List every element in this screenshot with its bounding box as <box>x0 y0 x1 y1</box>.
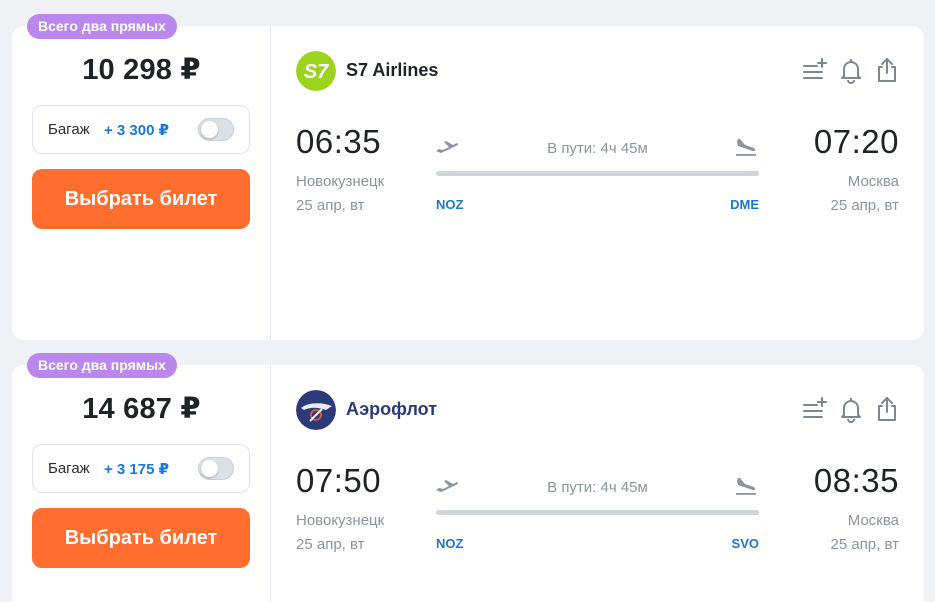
share-icon[interactable] <box>874 56 900 84</box>
share-icon[interactable] <box>874 395 900 423</box>
bell-icon[interactable] <box>838 395 864 423</box>
baggage-option[interactable]: Багаж + 3 175 ₽ <box>32 444 250 493</box>
landing-plane-icon <box>736 139 756 156</box>
flight-duration: В пути: 4ч 45м <box>547 140 648 157</box>
arrival-time: 07:20 <box>813 123 899 160</box>
price-panel: 10 298 ₽ Багаж + 3 300 ₽ Выбрать билет <box>12 26 271 340</box>
arrival-city: Москва <box>847 512 899 529</box>
price-panel: 14 687 ₽ Багаж + 3 175 ₽ Выбрать билет <box>12 365 271 602</box>
offer-card: Всего два прямых 14 687 ₽ Багаж + 3 175 … <box>12 353 924 602</box>
add-to-list-icon[interactable] <box>802 395 828 423</box>
buy-ticket-button[interactable]: Выбрать билет <box>32 508 250 568</box>
departure-airport-code: NOZ <box>436 536 464 551</box>
toggle-knob <box>201 460 218 477</box>
departure-city: Новокузнецк <box>296 512 385 529</box>
s7-airlines-logo: S7 <box>296 51 336 91</box>
arrival-airport-code: SVO <box>731 536 759 551</box>
ticket-price: 14 687 ₽ <box>82 393 201 425</box>
arrival-time: 08:35 <box>813 462 899 499</box>
baggage-toggle[interactable] <box>198 118 234 141</box>
arrival-date: 25 апр, вт <box>830 536 899 553</box>
card-actions <box>802 395 902 425</box>
svg-text:S7: S7 <box>304 61 329 83</box>
arrival-date: 25 апр, вт <box>830 197 899 214</box>
departure-time: 07:50 <box>296 462 382 499</box>
departure-airport-code: NOZ <box>436 197 464 212</box>
arrival-city: Москва <box>847 173 899 190</box>
departure-date: 25 апр, вт <box>296 197 365 214</box>
add-to-list-icon[interactable] <box>802 56 828 84</box>
baggage-option[interactable]: Багаж + 3 300 ₽ <box>32 105 250 154</box>
bell-icon[interactable] <box>838 56 864 84</box>
flight-duration: В пути: 4ч 45м <box>547 479 648 496</box>
offer-card: Всего два прямых 10 298 ₽ Багаж + 3 300 … <box>12 14 924 340</box>
toggle-knob <box>201 121 218 138</box>
baggage-label: Багаж <box>48 121 90 138</box>
baggage-toggle[interactable] <box>198 457 234 480</box>
buy-ticket-button[interactable]: Выбрать билет <box>32 169 250 229</box>
landing-plane-icon <box>736 478 756 495</box>
departure-time: 06:35 <box>296 123 382 160</box>
flight-route-line <box>436 510 759 515</box>
airline-name: Аэрофлот <box>346 399 438 419</box>
departure-date: 25 апр, вт <box>296 536 365 553</box>
ticket-price: 10 298 ₽ <box>82 54 201 86</box>
baggage-surcharge: + 3 175 ₽ <box>104 461 170 478</box>
baggage-label: Багаж <box>48 460 90 477</box>
card-actions <box>802 56 902 86</box>
flight-route-line <box>436 171 759 176</box>
arrival-airport-code: DME <box>730 197 759 212</box>
baggage-surcharge: + 3 300 ₽ <box>104 122 170 139</box>
departure-city: Новокузнецк <box>296 173 385 190</box>
airline-name: S7 Airlines <box>346 60 439 80</box>
aeroflot-logo <box>296 390 336 430</box>
